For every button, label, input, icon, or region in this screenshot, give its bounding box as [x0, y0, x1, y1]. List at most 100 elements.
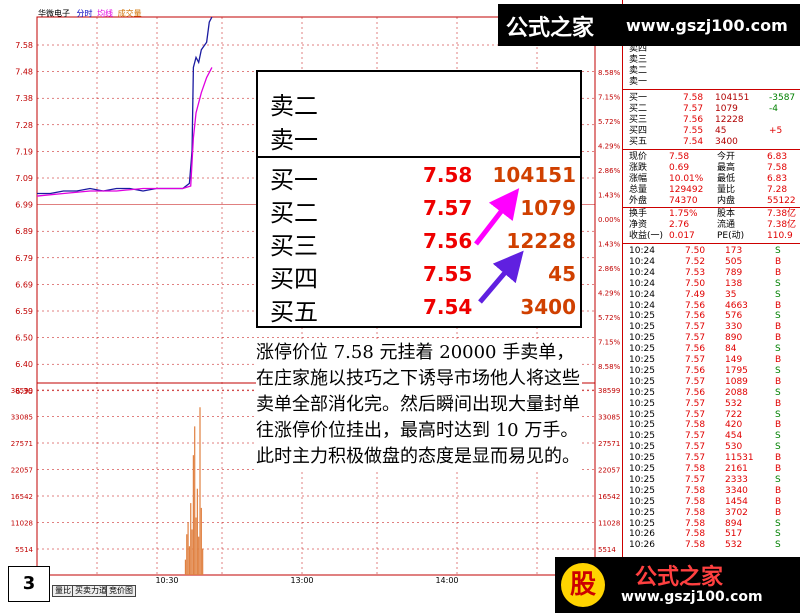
tick-time: 10:24 [629, 256, 655, 267]
tick-time: 10:24 [629, 278, 655, 289]
tick-volume: 84 [725, 344, 737, 355]
pct-tick-label: 2.86% [598, 167, 621, 175]
time-tick-label: 10:30 [155, 576, 178, 585]
tab-auction[interactable]: 竞价图 [106, 585, 136, 597]
tick-volume: 1795 [725, 365, 748, 376]
tick-time: 10:25 [629, 322, 655, 333]
tick-price: 7.58 [685, 518, 706, 529]
blue-arrow [478, 250, 524, 304]
quote-value: 10.01% [669, 174, 704, 184]
tick-time: 10:25 [629, 376, 655, 387]
tick-side: B [775, 398, 782, 409]
tick-price: 7.50 [685, 246, 706, 256]
tick-price: 7.53 [685, 267, 706, 278]
tick-volume: 532 [725, 398, 743, 409]
tick-side: B [775, 453, 782, 464]
quote-panel: 卖四 卖三 卖二 卖一 买一 7.58 104151 -3587 买二 7.57 1079 -4 买三 7… [622, 0, 800, 560]
price-tick-label: 7.48 [15, 68, 33, 77]
sell-level-label: 卖三 [629, 55, 648, 65]
volume-tick-label-right: 11028 [598, 520, 620, 528]
price-tick-label: 6.99 [15, 201, 33, 210]
panel-divider [623, 243, 800, 244]
quote-key: 涨幅 [629, 174, 648, 184]
quote-value: 7.28 [767, 185, 788, 195]
tick-side: B [775, 464, 782, 474]
price-tick-label: 6.59 [15, 307, 33, 316]
quote-value: 7.38亿 [767, 209, 797, 219]
tick-volume: 149 [725, 355, 743, 365]
tick-time: 10:25 [629, 431, 655, 442]
quote-key: 外盘 [629, 196, 648, 206]
site-banner-bottom: 股 公式之家 www.gszj100.com [555, 557, 800, 613]
tick-side: S [775, 387, 781, 398]
price-tick-label: 6.50 [15, 334, 33, 343]
banner-bottom-url: www.gszj100.com [621, 589, 763, 605]
pct-tick-label: 8.58% [598, 69, 621, 77]
tick-time: 10:25 [629, 453, 655, 464]
tick-time: 10:25 [629, 409, 655, 420]
buy-price: 7.54 [683, 137, 704, 147]
volume-tick-label: 5514 [15, 546, 33, 554]
tick-time: 10:25 [629, 420, 655, 431]
tick-volume: 173 [725, 246, 743, 256]
tab-intraday[interactable]: 分时 [77, 9, 93, 18]
quote-key: 涨跌 [629, 163, 648, 173]
tick-volume: 722 [725, 409, 743, 420]
sell-level-label: 卖一 [629, 77, 648, 87]
quote-key: 量比 [717, 185, 736, 195]
buy-change: -4 [769, 104, 778, 114]
tick-volume: 2333 [725, 474, 748, 485]
buy-price: 7.58 [683, 93, 704, 103]
tab-buy-sell-power[interactable]: 买卖力道 [72, 585, 110, 597]
tick-time: 10:24 [629, 267, 655, 278]
quote-key: 今开 [717, 152, 736, 162]
tick-volume: 420 [725, 420, 743, 431]
tick-side: S [775, 442, 781, 453]
time-tick-label: 14:00 [435, 576, 458, 585]
tick-side: B [775, 256, 782, 267]
quote-key: 最低 [717, 174, 736, 184]
banner-top-title: 公式之家 [506, 15, 595, 41]
panel-divider [623, 149, 800, 150]
tick-time: 10:25 [629, 387, 655, 398]
tick-time: 10:25 [629, 464, 655, 474]
pct-tick-label: 0.00% [598, 216, 621, 224]
buy-level-label: 买五 [629, 137, 648, 147]
tick-volume: 11531 [725, 453, 754, 464]
buy-volume: 12228 [715, 115, 744, 125]
quote-value: 7.58 [767, 163, 788, 173]
tick-price: 7.57 [685, 409, 706, 420]
price-tick-label: 6.40 [15, 360, 33, 369]
chart-header: 华微电子 分时 均线 成交量 [38, 8, 142, 19]
tick-volume: 532 [725, 540, 743, 551]
tick-price: 7.56 [685, 387, 706, 398]
tick-side: S [775, 278, 781, 289]
tab-average[interactable]: 均线 [97, 9, 113, 18]
tick-price: 7.52 [685, 256, 706, 267]
quote-value: 0.69 [669, 163, 690, 173]
buy-volume: 1079 [715, 104, 738, 114]
tab-volume[interactable]: 成交量 [118, 9, 142, 18]
tick-side: S [775, 246, 781, 256]
tick-time: 10:25 [629, 355, 655, 365]
tick-price: 7.57 [685, 431, 706, 442]
buy-price: 7.57 [683, 104, 704, 114]
tick-volume: 530 [725, 442, 743, 453]
buy-level-label: 买一 [629, 93, 648, 103]
site-banner-top: 公式之家 www.gszj100.com [498, 4, 800, 46]
tick-price: 7.56 [685, 300, 706, 311]
quote-key: PE(动) [717, 231, 745, 241]
volume-tick-label: 11028 [11, 520, 33, 528]
volume-tick-label-right: 33085 [598, 414, 620, 422]
tick-side: S [775, 474, 781, 485]
tick-time: 10:25 [629, 398, 655, 409]
price-tick-label: 7.19 [15, 147, 33, 156]
tick-side: B [775, 322, 782, 333]
tick-volume: 2088 [725, 387, 748, 398]
page-number: 3 [8, 566, 50, 602]
quote-key: 净资 [629, 220, 648, 230]
quote-value: 1.75% [669, 209, 698, 219]
pct-tick-label: 2.86% [598, 265, 621, 273]
tick-side: B [775, 496, 782, 507]
tab-volume-ratio[interactable]: 量比 [52, 585, 74, 597]
